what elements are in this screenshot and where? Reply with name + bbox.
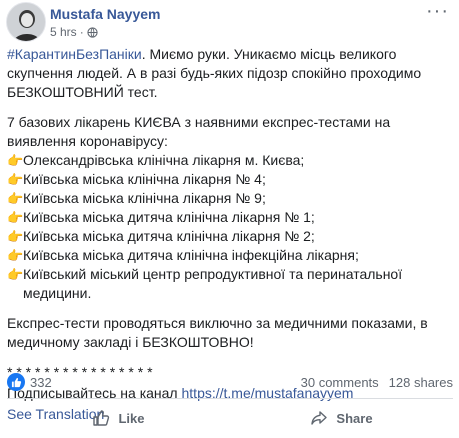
hospital-list: 👉 Олександрівська клінічна лікарня м. Киє… [7,151,453,303]
like-button[interactable]: Like [7,400,230,436]
hospital-name: Київська міська клінічна лікарня № 9; [23,190,266,206]
intro-paragraph: #КарантинБезПаніки. Миємо руки. Уникаємо… [7,45,453,102]
post-time[interactable]: 5 hrs [50,25,77,39]
hospital-name: Олександрівська клінічна лікарня м. Києв… [23,152,305,168]
hospital-list-item: 👉 Київська міська дитяча клінічна інфекці… [7,246,453,265]
meta-separator: · [79,25,84,39]
comments-count[interactable]: 30 comments [301,375,379,390]
hashtag-link[interactable]: #КарантинБезПаніки [7,46,142,62]
share-button[interactable]: Share [230,400,453,436]
hospital-list-item: 👉 Київська міська дитяча клінічна лікарня… [7,208,453,227]
hospital-list-item: 👉 Олександрівська клінічна лікарня м. Киє… [7,151,453,170]
globe-icon [87,26,98,38]
hospital-name: Київська міська клінічна лікарня № 4; [23,171,266,187]
hospital-name: Київська міська дитяча клінічна лікарня … [23,228,315,244]
hospitals-intro: 7 базових лікарень КИЄВА з наявними експ… [7,114,391,149]
post-body: #КарантинБезПаніки. Миємо руки. Уникаємо… [7,45,453,424]
post-header: Mustafa Nayyem 5 hrs · ··· [6,1,453,42]
pointing-hand-icon: 👉 [7,191,24,206]
pointing-hand-icon: 👉 [7,229,24,244]
avatar[interactable] [6,2,46,42]
post-meta: 5 hrs · [50,25,98,39]
more-options-button[interactable]: ··· [426,1,449,21]
thumbs-up-icon [11,377,21,387]
hospital-name: Київська міська дитяча клінічна інфекцій… [23,247,359,263]
hospital-name: Київська міська дитяча клінічна лікарня … [23,209,315,225]
actions-divider [7,398,453,399]
hospital-list-item: 👉 Київська міська дитяча клінічна лікарня… [7,227,453,246]
pointing-hand-icon: 👉 [7,172,24,187]
shares-count[interactable]: 128 shares [389,375,453,390]
pointing-hand-icon: 👉 [7,267,24,282]
hospital-list-item: 👉 Київська міська клінічна лікарня № 9; [7,189,453,208]
avatar-image [7,3,45,41]
post-stats: 332 30 comments 128 shares [7,370,453,394]
pointing-hand-icon: 👉 [7,248,24,263]
post-actions: Like Share [7,400,453,436]
hospital-list-item: 👉 Київський міський центр репродуктивної … [7,265,453,303]
tests-paragraph: Експрес-тести проводяться виключно за ме… [7,315,428,350]
hospital-name: Київський міський центр репродуктивної т… [23,266,403,301]
hospital-list-item: 👉 Київська міська клінічна лікарня № 4; [7,170,453,189]
author-name[interactable]: Mustafa Nayyem [50,6,161,22]
thumbs-up-outline-icon [93,410,110,426]
likes-count[interactable]: 332 [30,375,52,390]
pointing-hand-icon: 👉 [7,153,24,168]
like-reaction-icon[interactable] [7,373,25,391]
pointing-hand-icon: 👉 [7,210,24,225]
share-arrow-icon [311,411,328,425]
share-label: Share [336,410,373,426]
like-label: Like [118,410,145,426]
